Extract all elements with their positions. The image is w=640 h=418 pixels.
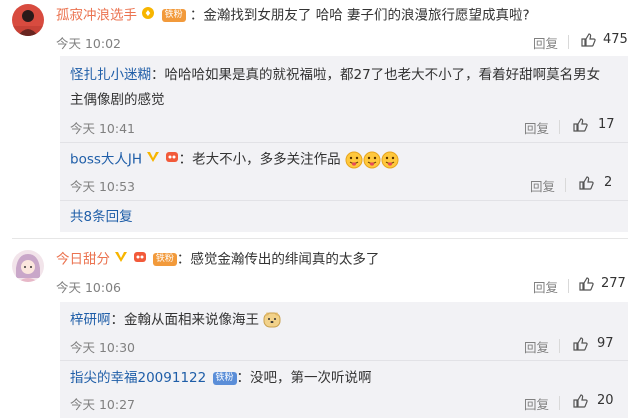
username[interactable]: 今日甜分: [56, 252, 110, 268]
like-icon[interactable]: [580, 32, 596, 48]
reply-header: boss大人JH ：老大不小，多多关注作品: [70, 150, 399, 169]
reply-divider: [60, 142, 628, 143]
fan-badge: 铁粉: [161, 9, 186, 22]
like-count: 2: [604, 175, 613, 190]
reply-header: 怪扎扎小迷糊：哈哈哈如果是真的就祝福啦，都27了也老大不小了，看着好甜啊莫名男女: [70, 66, 600, 84]
reply-text-continued: 主偶像剧的感觉: [70, 92, 165, 108]
vip-icon: ♦: [141, 6, 155, 25]
divider: [568, 279, 569, 293]
divider: [559, 120, 560, 134]
svg-text:♦: ♦: [145, 9, 152, 18]
timestamp: 今天 10:27: [70, 397, 135, 412]
username[interactable]: 孤寂冲浪选手: [56, 8, 137, 24]
divider: [559, 396, 560, 410]
like-count: 17: [598, 117, 615, 132]
timestamp: 今天 10:30: [70, 340, 135, 355]
reply-button[interactable]: 回复: [524, 394, 549, 413]
tongue-emoji-icon: [363, 151, 381, 169]
colon-sep: ：: [110, 312, 125, 328]
reply-button[interactable]: 回复: [524, 337, 549, 356]
colon-sep: ：: [151, 67, 165, 83]
reply-text: 哈哈哈如果是真的就祝福啦，都27了也老大不小了，看着好甜啊莫名男女: [164, 67, 601, 83]
avatar[interactable]: [12, 4, 44, 36]
reply-button[interactable]: 回复: [533, 33, 558, 52]
comment-text: 感觉金瀚传出的绯闻真的太多了: [190, 251, 380, 268]
reply-text: 没吧，第一次听说啊: [250, 370, 372, 386]
username[interactable]: boss大人JH: [70, 152, 142, 168]
verified-v-icon: [114, 250, 128, 269]
reply-divider: [60, 200, 628, 201]
colon-sep: ：: [236, 370, 251, 386]
doge-emoji-icon: [263, 311, 281, 329]
member-icon: [133, 250, 147, 269]
like-icon[interactable]: [572, 393, 588, 409]
like-count: 20: [597, 393, 614, 408]
more-replies-link[interactable]: 共8条回复: [70, 208, 133, 226]
divider: [565, 178, 566, 192]
comment-text: 金瀚找到女朋友了 哈哈 妻子们的浪漫旅行愿望成真啦?: [203, 7, 530, 24]
verified-v-icon: [146, 150, 160, 169]
colon-sep: ：: [189, 7, 204, 24]
colon-sep: ：: [178, 151, 193, 168]
like-count: 97: [597, 336, 614, 351]
comment-divider: [12, 238, 628, 239]
like-icon[interactable]: [572, 117, 588, 133]
username[interactable]: 怪扎扎小迷糊: [70, 67, 151, 83]
tongue-emoji-icon: [381, 151, 399, 169]
timestamp: 今天 10:41: [70, 121, 135, 136]
tongue-emoji-icon: [345, 151, 363, 169]
reply-button[interactable]: 回复: [530, 176, 555, 195]
like-icon[interactable]: [578, 276, 594, 292]
like-icon[interactable]: [572, 336, 588, 352]
username[interactable]: 梓研啊: [70, 312, 111, 328]
colon-sep: ：: [176, 251, 191, 268]
divider: [559, 339, 560, 353]
username[interactable]: 指尖的幸福20091122: [70, 370, 206, 386]
timestamp: 今天 10:06: [56, 280, 121, 295]
reply-button[interactable]: 回复: [524, 118, 549, 137]
divider: [568, 35, 569, 49]
fan-badge: 铁粉: [152, 253, 177, 266]
reply-text: 老大不小，多多关注作品: [192, 151, 341, 168]
comment-header: 孤寂冲浪选手 ♦ 铁粉 ：金瀚找到女朋友了 哈哈 妻子们的浪漫旅行愿望成真啦?: [56, 6, 530, 25]
like-icon[interactable]: [578, 175, 594, 191]
timestamp: 今天 10:02: [56, 36, 121, 51]
comment-header: 今日甜分 铁粉 ：感觉金瀚传出的绯闻真的太多了: [56, 250, 379, 269]
reply-divider: [60, 360, 628, 361]
member-icon: [165, 150, 179, 169]
reply-header: 梓研啊：金翰从面相来说像海王: [70, 311, 281, 329]
avatar[interactable]: [12, 250, 44, 282]
reply-button[interactable]: 回复: [533, 277, 558, 296]
timestamp: 今天 10:53: [70, 179, 135, 194]
reply-header: 指尖的幸福20091122 铁粉 ：没吧，第一次听说啊: [70, 369, 372, 387]
reply-text: 金翰从面相来说像海王: [124, 312, 259, 328]
fan-badge: 铁粉: [212, 371, 237, 385]
like-count: 475: [603, 32, 628, 47]
like-count: 277: [601, 276, 626, 291]
